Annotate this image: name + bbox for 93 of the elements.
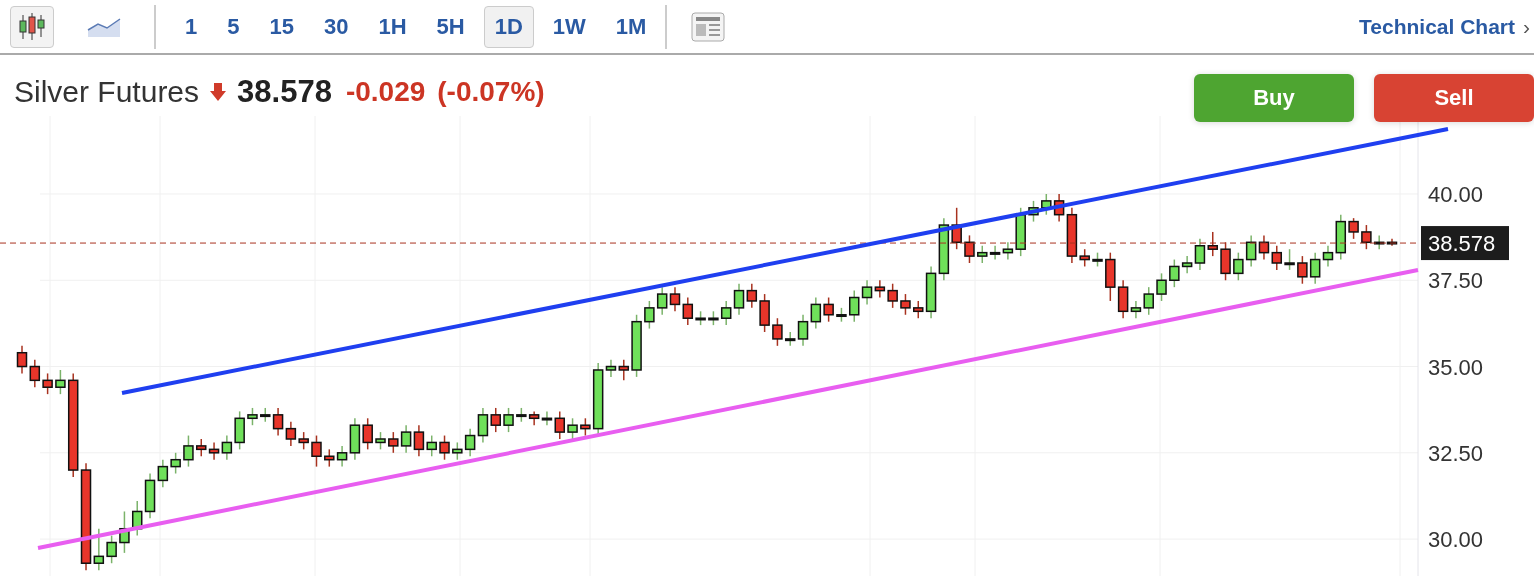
interval-button[interactable]: 1M — [604, 5, 658, 48]
candlestick — [477, 407, 489, 444]
layout-button[interactable] — [691, 11, 726, 42]
candlestick — [554, 410, 566, 440]
candlestick — [272, 407, 284, 437]
candlestick — [861, 279, 873, 306]
candlestick — [157, 458, 169, 489]
interval-button[interactable]: 1 — [174, 5, 209, 48]
y-axis-label: 32.50 — [1428, 440, 1484, 466]
candlestick — [336, 445, 348, 468]
candlestick — [93, 527, 105, 571]
percent-change: (-0.07%) — [437, 76, 545, 108]
candlestick — [503, 407, 514, 433]
y-axis-label: 30.00 — [1428, 527, 1484, 553]
y-axis-label: 37.50 — [1428, 268, 1484, 294]
candlestick-chart-button[interactable] — [10, 5, 54, 48]
candlestick — [362, 417, 373, 451]
candlestick — [285, 421, 297, 447]
interval-button[interactable]: 1W — [541, 5, 597, 48]
candlestick — [541, 410, 553, 426]
candlestick — [1143, 286, 1154, 316]
candlestick — [900, 293, 911, 316]
candlestick — [464, 427, 476, 458]
candlestick — [1181, 255, 1193, 275]
candlestick — [797, 314, 809, 347]
candlestick — [964, 234, 975, 264]
price-change: -0.029 — [345, 76, 426, 108]
candlestick — [1348, 217, 1359, 240]
candlestick — [106, 534, 117, 564]
candlestick — [439, 434, 450, 461]
candlestick — [1284, 248, 1295, 271]
candlestick — [1156, 272, 1167, 302]
y-axis-label: 35.00 — [1428, 354, 1484, 380]
candlestick — [887, 282, 898, 309]
candlestick — [810, 296, 822, 330]
candlestick — [42, 372, 53, 395]
candlestick — [1271, 245, 1283, 271]
candlestick-icon — [18, 11, 46, 42]
candlestick — [733, 282, 745, 316]
candlestick — [388, 431, 399, 454]
candlestick — [1361, 224, 1372, 250]
candlestick — [1309, 251, 1321, 285]
interval-button[interactable]: 1H — [367, 5, 418, 48]
candlestick — [170, 452, 181, 475]
interval-button[interactable]: 1D — [483, 5, 534, 48]
candlestick — [1233, 251, 1244, 282]
candlestick — [567, 417, 578, 440]
technical-chart-link[interactable]: Technical Chart › — [1359, 14, 1530, 39]
candlestick — [784, 331, 796, 347]
candlestick — [644, 300, 655, 330]
interval-button[interactable]: 5H — [425, 5, 476, 48]
candlestick — [1169, 258, 1180, 288]
area-chart-icon — [87, 15, 121, 38]
candlestick — [311, 434, 322, 468]
y-axis-label: 40.00 — [1428, 182, 1484, 207]
candlestick — [989, 245, 1001, 261]
candlestick — [656, 286, 668, 316]
candlestick — [669, 286, 681, 313]
candlestick — [29, 358, 41, 388]
candlestick — [1130, 300, 1142, 319]
candlestick — [490, 407, 501, 433]
interval-button[interactable]: 15 — [258, 5, 305, 48]
candlestick — [426, 434, 437, 458]
last-price: 38.578 — [237, 74, 332, 110]
interval-button[interactable]: 5 — [216, 5, 251, 48]
candlestick — [823, 296, 834, 323]
candlestick — [16, 345, 28, 375]
candlestick — [221, 434, 233, 461]
candlestick — [720, 300, 732, 326]
candlestick — [1194, 238, 1206, 271]
ref-line-label: 38.578 — [1428, 231, 1496, 257]
candlestick — [874, 279, 886, 299]
candlestick — [772, 317, 783, 347]
price-tag: 38.578 — [1421, 226, 1509, 261]
support-trend-line[interactable] — [37, 268, 1419, 550]
candlestick — [413, 424, 425, 458]
candlestick — [746, 282, 758, 309]
candlestick — [1207, 231, 1218, 257]
candlestick — [618, 358, 630, 382]
candlestick — [848, 289, 860, 323]
interval-button[interactable]: 30 — [313, 5, 360, 48]
candlestick — [55, 369, 66, 395]
candlestick — [1002, 241, 1014, 261]
candlestick — [605, 358, 617, 378]
candlestick — [1322, 245, 1334, 268]
instrument-name: Silver Futures — [14, 75, 200, 109]
candlestick — [208, 441, 220, 461]
candlestick — [1297, 255, 1308, 285]
candlestick — [400, 424, 412, 454]
candlestick — [682, 296, 694, 326]
sell-button[interactable]: Sell — [1374, 74, 1534, 122]
layout-icon — [691, 11, 726, 42]
candlestick — [183, 434, 194, 468]
